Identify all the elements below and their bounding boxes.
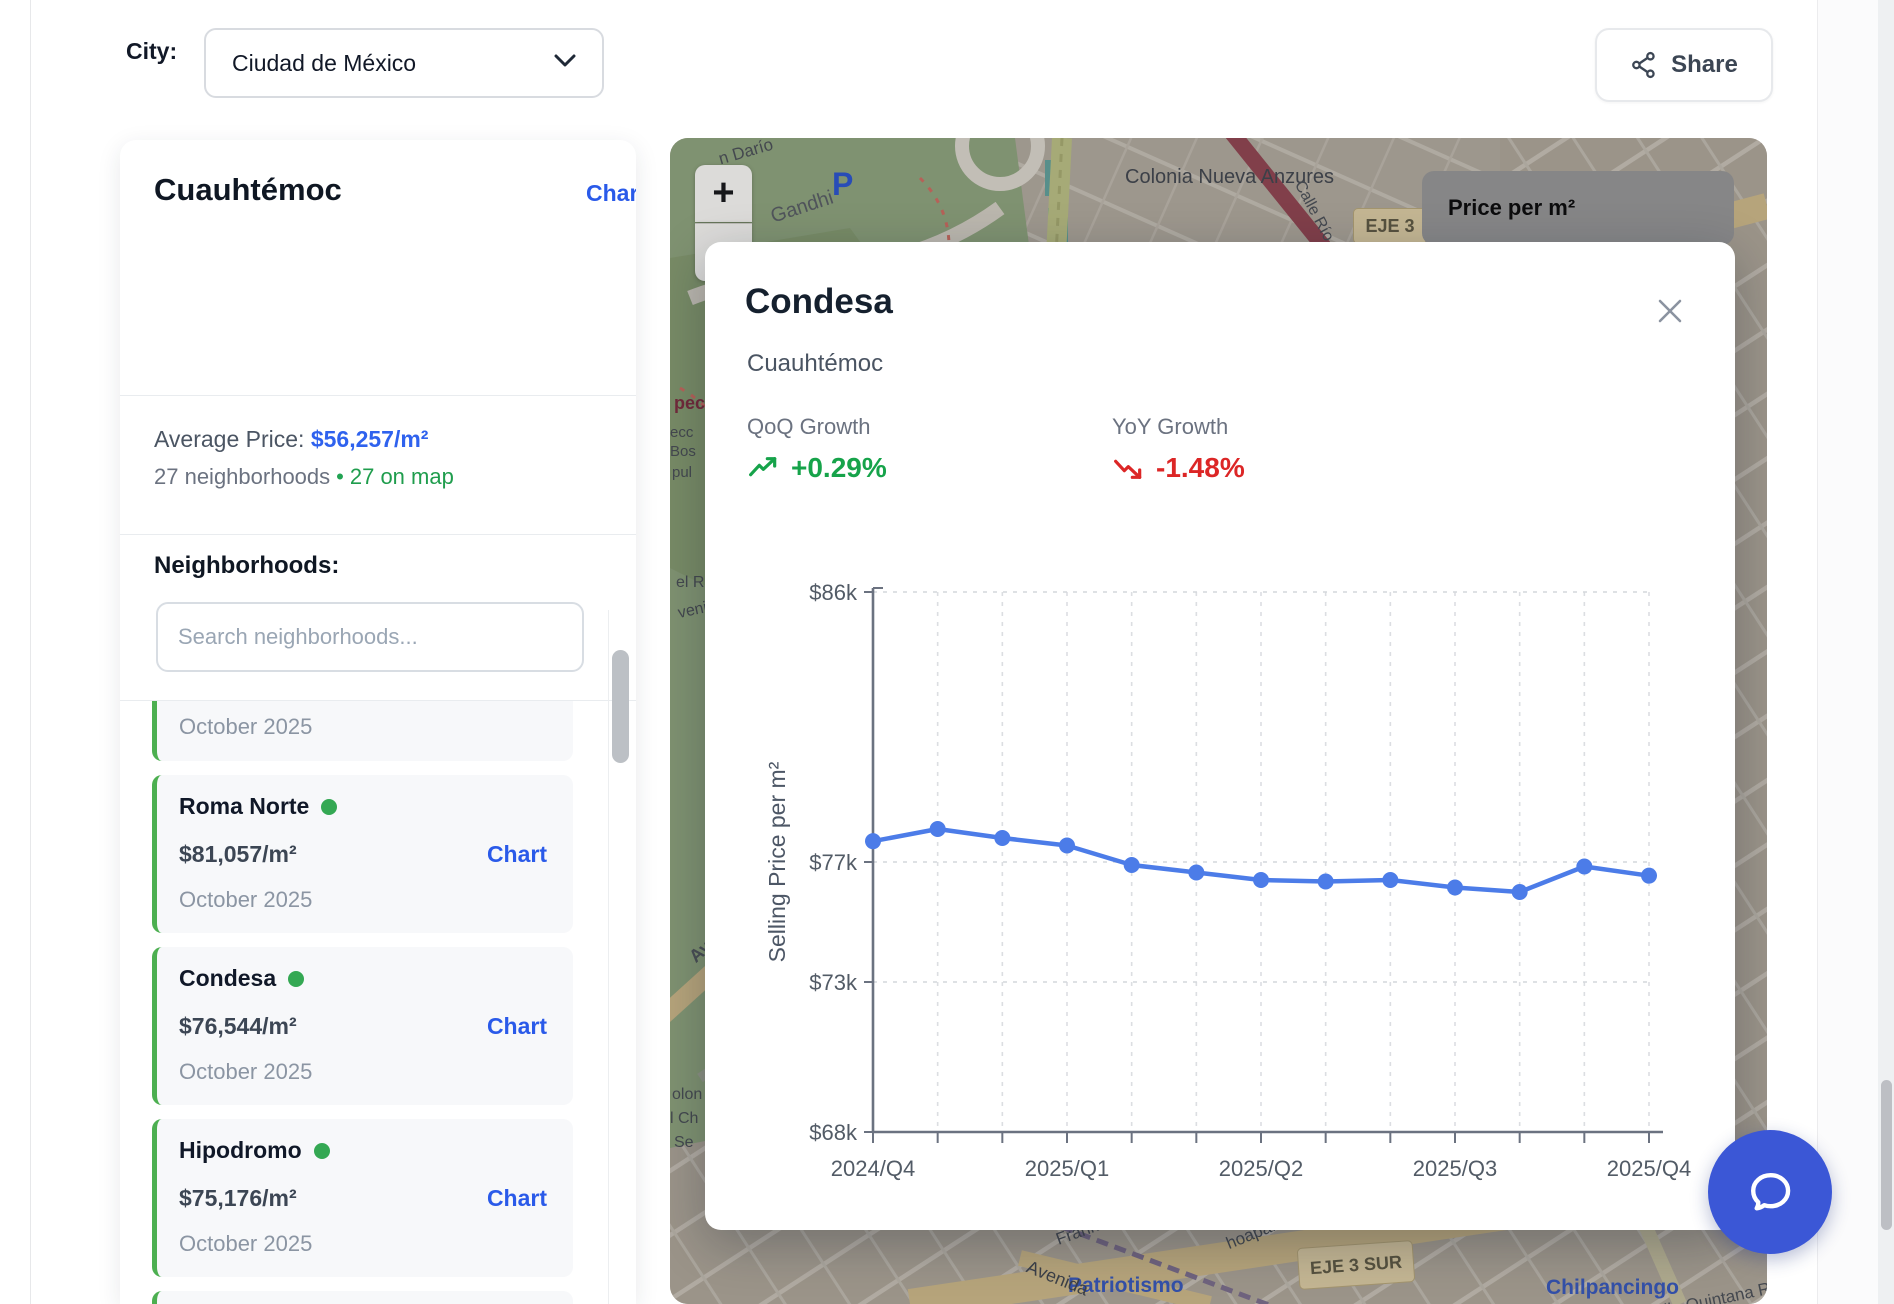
- svg-text:$86k: $86k: [809, 580, 858, 605]
- city-select[interactable]: Ciudad de México: [204, 28, 604, 98]
- yoy-growth-label: YoY Growth: [1112, 414, 1228, 440]
- divider: [120, 534, 636, 535]
- chevron-down-icon: [554, 54, 576, 73]
- svg-text:Selling Price per m²: Selling Price per m²: [765, 761, 790, 962]
- status-dot-icon: [288, 971, 304, 987]
- svg-text:2025/Q3: 2025/Q3: [1413, 1156, 1497, 1181]
- modal-subtitle: Cuauhtémoc: [747, 350, 883, 378]
- city-label: City:: [126, 38, 177, 65]
- price-history-chart: $86k $77k $73k $68k 2024/Q4 2025/Q1 2025/Q2 202…: [765, 542, 1705, 1202]
- list-item-date: October 2025: [179, 887, 312, 913]
- svg-text:$77k: $77k: [809, 850, 858, 875]
- svg-text:2025/Q2: 2025/Q2: [1219, 1156, 1303, 1181]
- neighborhood-name: Hipodromo: [179, 1137, 302, 1164]
- list-item-date: October 2025: [179, 1059, 312, 1085]
- list-item[interactable]: Hipodromo $75,176/m² Chart October 2025: [152, 1119, 573, 1277]
- page-scrollbar-thumb[interactable]: [1881, 1080, 1892, 1230]
- divider: [120, 395, 636, 396]
- list-scrollbar-rail: [608, 610, 609, 1304]
- trending-up-icon: [747, 456, 781, 480]
- on-map-count: 27 on map: [350, 464, 454, 489]
- status-dot-icon: [321, 799, 337, 815]
- average-price-label: Average Price:: [154, 426, 304, 452]
- neighborhood-counts: 27 neighborhoods•27 on map: [154, 464, 454, 490]
- neighborhood-sidebar: Cuauhtémoc Chart Average Price: $56,257/…: [120, 140, 636, 1304]
- svg-text:2025/Q1: 2025/Q1: [1025, 1156, 1109, 1181]
- average-price-line: Average Price: $56,257/m²: [154, 426, 428, 453]
- svg-text:$73k: $73k: [809, 970, 858, 995]
- list-item[interactable]: Cuauhtemoc $72,135/m² Chart October 2025: [152, 1291, 573, 1304]
- svg-text:2025/Q4: 2025/Q4: [1607, 1156, 1691, 1181]
- item-chart-link[interactable]: Chart: [487, 1185, 547, 1212]
- neighborhood-price: $76,544/m²: [179, 1013, 297, 1040]
- list-item-date: October 2025: [179, 714, 312, 740]
- neighborhood-count: 27 neighborhoods: [154, 464, 330, 489]
- share-icon: [1630, 51, 1658, 79]
- neighborhood-name: Condesa: [179, 965, 276, 992]
- sidebar-chart-link[interactable]: Chart: [586, 180, 636, 207]
- neighborhood-list: October 2025 Roma Norte $81,057/m² Chart…: [152, 701, 573, 1304]
- chat-bubble-icon: [1739, 1161, 1801, 1223]
- average-price-value: $56,257/m²: [311, 426, 429, 452]
- trending-down-icon: [1112, 456, 1146, 480]
- modal-title: Condesa: [745, 282, 893, 322]
- map-canvas[interactable]: Colonia Nueva Anzures Gandhi n Darío Cal…: [670, 138, 1767, 1304]
- page-left-border: [30, 0, 31, 1304]
- neighborhood-price: $75,176/m²: [179, 1185, 297, 1212]
- svg-text:$68k: $68k: [809, 1120, 858, 1145]
- list-item-truncated[interactable]: October 2025: [152, 701, 573, 761]
- modal-close-icon[interactable]: [1653, 294, 1687, 328]
- bullet-separator: •: [336, 464, 344, 489]
- status-dot-icon: [314, 1143, 330, 1159]
- sidebar-title: Cuauhtémoc: [154, 172, 342, 208]
- list-item[interactable]: Condesa $76,544/m² Chart October 2025: [152, 947, 573, 1105]
- list-scrollbar-thumb[interactable]: [612, 650, 629, 763]
- neighborhood-price: $81,057/m²: [179, 841, 297, 868]
- price-chart-modal: Condesa Cuauhtémoc QoQ Growth +0.29% YoY…: [705, 242, 1735, 1230]
- qoq-growth-value: +0.29%: [747, 452, 887, 484]
- list-item[interactable]: Roma Norte $81,057/m² Chart October 2025: [152, 775, 573, 933]
- chat-button[interactable]: [1708, 1130, 1832, 1254]
- search-input[interactable]: [156, 602, 584, 672]
- list-item-date: October 2025: [179, 1231, 312, 1257]
- item-chart-link[interactable]: Chart: [487, 1013, 547, 1040]
- share-button[interactable]: Share: [1595, 28, 1773, 102]
- share-label: Share: [1671, 51, 1738, 79]
- svg-text:2024/Q4: 2024/Q4: [831, 1156, 915, 1181]
- neighborhood-name: Roma Norte: [179, 793, 309, 820]
- city-select-value: Ciudad de México: [232, 50, 416, 77]
- item-chart-link[interactable]: Chart: [487, 841, 547, 868]
- yoy-growth-value: -1.48%: [1112, 452, 1245, 484]
- neighborhoods-heading: Neighborhoods:: [154, 552, 339, 580]
- qoq-growth-label: QoQ Growth: [747, 414, 870, 440]
